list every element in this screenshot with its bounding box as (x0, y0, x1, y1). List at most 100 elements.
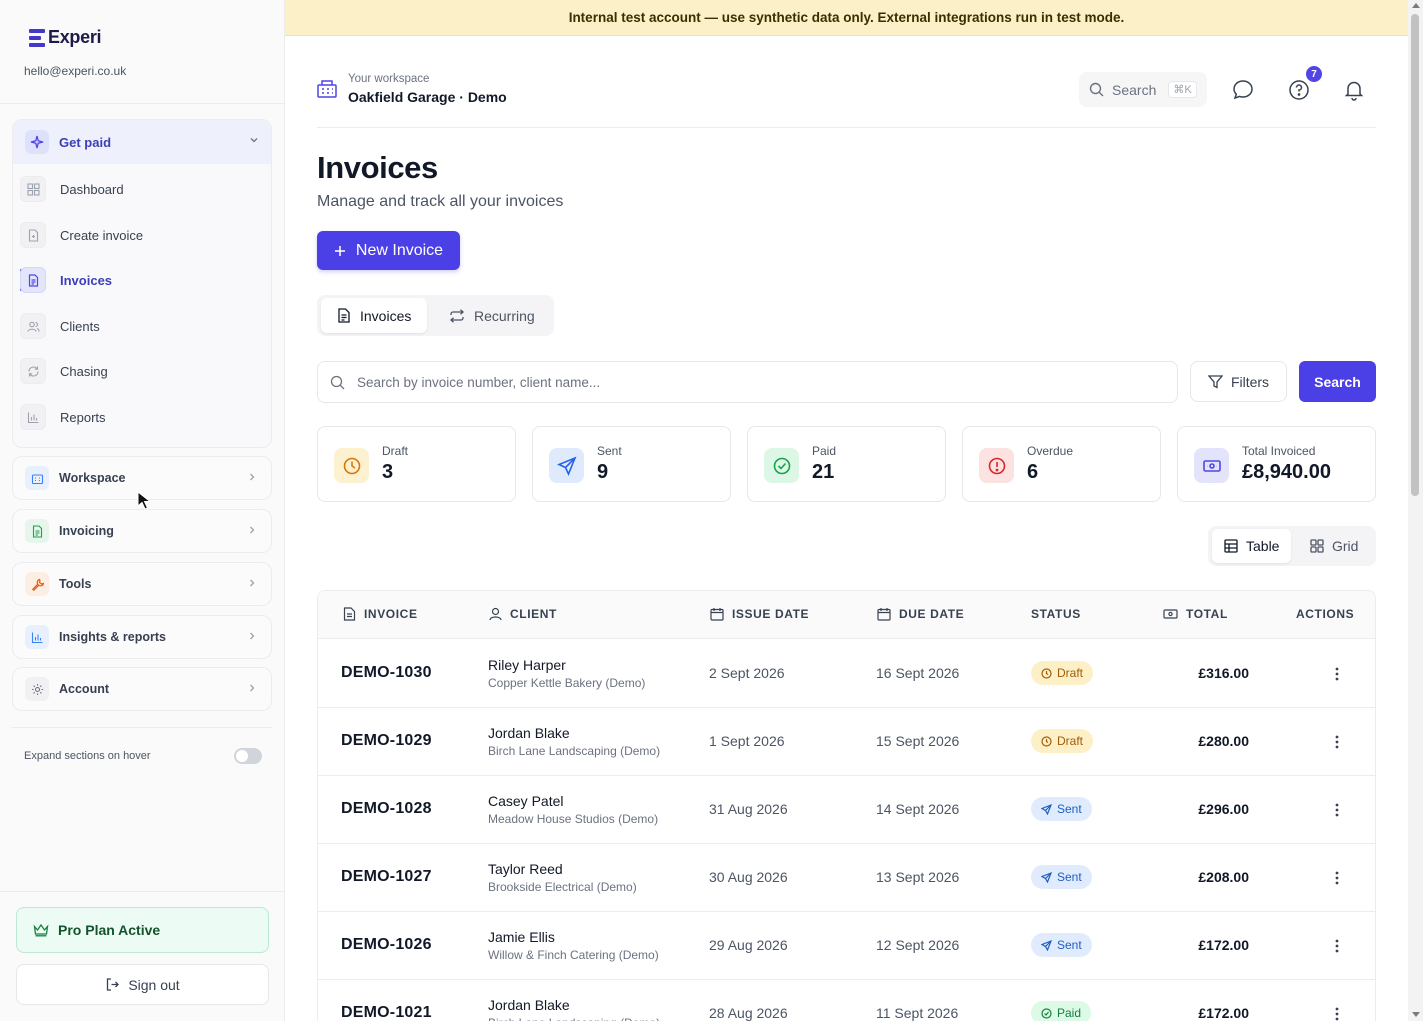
status-badge: Paid (1031, 1001, 1092, 1021)
invoice-number[interactable]: DEMO-1029 (341, 732, 432, 750)
clock-icon (1041, 735, 1052, 747)
stat-card-sent[interactable]: Sent 9 (532, 426, 731, 502)
workspace-name[interactable]: Oakfield Garage · Demo (348, 89, 507, 105)
chevron-down-icon (249, 135, 259, 145)
issue-date: 2 Sept 2026 (709, 665, 785, 681)
more-actions-icon[interactable] (1328, 732, 1346, 752)
invoice-total: £208.00 (1198, 869, 1249, 885)
table-row[interactable]: DEMO-1028 Casey Patel Meadow House Studios… (318, 776, 1375, 844)
expand-on-hover-toggle[interactable] (234, 748, 262, 764)
column-header-client[interactable]: CLIENT (489, 607, 557, 621)
search-button-label: Search (1314, 373, 1361, 390)
client-company: Copper Kettle Bakery (Demo) (488, 676, 646, 690)
table-row[interactable]: DEMO-1027 Taylor Reed Brookside Electrical… (318, 844, 1375, 912)
tab-invoices[interactable]: Invoices (321, 298, 428, 333)
table-row[interactable]: DEMO-1030 Riley Harper Copper Kettle Baker… (318, 640, 1375, 708)
nav-group-tools[interactable]: Tools (12, 562, 272, 606)
table-row[interactable]: DEMO-1026 Jamie Ellis Willow & Finch Cater… (318, 912, 1375, 980)
client-name: Casey Patel (488, 793, 564, 809)
stat-card-total-invoiced[interactable]: Total Invoiced £8,940.00 (1177, 426, 1376, 502)
status-label: Sent (1057, 802, 1082, 816)
nav-group-account[interactable]: Account (12, 667, 272, 711)
search-button[interactable]: Search (1299, 361, 1376, 402)
sidebar-item-reports[interactable]: Reports (18, 400, 254, 434)
status-badge: Draft (1031, 661, 1094, 685)
invoice-search-field (317, 361, 1178, 403)
view-table-button[interactable]: Table (1212, 529, 1292, 563)
table-row[interactable]: DEMO-1029 Jordan Blake Birch Lane Landscap… (318, 708, 1375, 776)
more-actions-icon[interactable] (1328, 936, 1346, 956)
nav-group-invoicing[interactable]: Invoicing (12, 509, 272, 553)
send-icon (549, 448, 584, 483)
invoices-table: INVOICE CLIENT ISSUE DATE DUE DATE STATU… (317, 590, 1376, 1021)
column-header-due-date[interactable]: DUE DATE (877, 607, 964, 621)
stat-card-overdue[interactable]: Overdue 6 (962, 426, 1161, 502)
more-actions-icon[interactable] (1328, 664, 1346, 684)
nav-group-label: Invoicing (59, 524, 114, 538)
plus-icon (334, 245, 345, 256)
stat-card-draft[interactable]: Draft 3 (317, 426, 516, 502)
client-company: Willow & Finch Catering (Demo) (488, 948, 659, 962)
tab-recurring[interactable]: Recurring (433, 298, 551, 333)
invoice-number[interactable]: DEMO-1028 (341, 800, 432, 818)
client-name: Jordan Blake (488, 725, 570, 741)
scroll-down-arrow-icon[interactable] (1412, 1012, 1420, 1017)
new-invoice-button[interactable]: New Invoice (317, 231, 460, 270)
building-icon (25, 466, 49, 490)
invoice-number[interactable]: DEMO-1026 (341, 936, 432, 954)
help-icon[interactable] (1287, 78, 1311, 102)
invoice-number[interactable]: DEMO-1027 (341, 868, 432, 886)
client-company: Meadow House Studios (Demo) (488, 812, 659, 826)
table-icon (1224, 539, 1238, 553)
bell-icon[interactable] (1342, 78, 1366, 102)
sidebar-item-invoices[interactable]: Invoices (18, 263, 254, 297)
more-actions-icon[interactable] (1328, 1004, 1346, 1021)
more-actions-icon[interactable] (1328, 868, 1346, 888)
stat-label: Draft (382, 444, 409, 458)
page-scrollbar[interactable] (1408, 0, 1423, 1021)
view-toggle-label: Grid (1332, 538, 1359, 554)
more-actions-icon[interactable] (1328, 800, 1346, 820)
view-grid-button[interactable]: Grid (1298, 529, 1370, 563)
brand-logo[interactable]: Experi (29, 27, 102, 48)
column-header-invoice[interactable]: INVOICE (343, 607, 418, 621)
stat-card-paid[interactable]: Paid 21 (747, 426, 946, 502)
scrollbar-thumb[interactable] (1411, 14, 1419, 496)
chat-bubble-icon[interactable] (1231, 78, 1255, 102)
invoice-number[interactable]: DEMO-1021 (341, 1004, 432, 1021)
scroll-up-arrow-icon[interactable] (1412, 3, 1420, 8)
filters-button[interactable]: Filters (1190, 361, 1287, 402)
sidebar-item-create-invoice[interactable]: Create invoice (18, 218, 254, 252)
pro-plan-badge[interactable]: Pro Plan Active (16, 907, 269, 953)
nav-group-insights-reports[interactable]: Insights & reports (12, 615, 272, 659)
invoice-number[interactable]: DEMO-1030 (341, 664, 432, 682)
file-plus-icon (20, 222, 46, 248)
issue-date: 1 Sept 2026 (709, 733, 785, 749)
alert-circle-icon (979, 448, 1014, 483)
nav-group-get-paid-header[interactable]: Get paid (13, 120, 271, 164)
column-header-total[interactable]: TOTAL (1163, 607, 1228, 621)
sidebar-item-chasing[interactable]: Chasing (18, 354, 254, 388)
workspace-building-icon (317, 80, 337, 98)
table-header: INVOICE CLIENT ISSUE DATE DUE DATE STATU… (318, 591, 1375, 639)
client-cell: Riley Harper Copper Kettle Bakery (Demo) (488, 657, 645, 690)
table-row[interactable]: DEMO-1021 Jordan Blake Birch Lane Landscap… (318, 980, 1375, 1021)
search-icon (1089, 82, 1104, 97)
brand-name: Experi (48, 27, 102, 47)
toggle-knob (236, 750, 248, 762)
due-date: 13 Sept 2026 (876, 869, 960, 885)
column-header-issue-date[interactable]: ISSUE DATE (710, 607, 809, 621)
status-label: Sent (1057, 938, 1082, 952)
client-company: Brookside Electrical (Demo) (488, 880, 637, 894)
sidebar-item-dashboard[interactable]: Dashboard (18, 172, 254, 206)
global-search-button[interactable]: Search ⌘K (1079, 72, 1207, 107)
invoice-search-input[interactable] (357, 374, 1137, 390)
sign-out-button[interactable]: Sign out (16, 964, 269, 1005)
logout-icon (107, 978, 120, 991)
new-invoice-label: New Invoice (355, 241, 444, 259)
file-text-icon (343, 607, 356, 621)
column-header-status[interactable]: STATUS (1031, 607, 1081, 621)
column-header-actions: ACTIONS (1296, 607, 1354, 621)
sidebar-item-clients[interactable]: Clients (18, 309, 254, 343)
stat-label: Overdue (1027, 444, 1074, 458)
